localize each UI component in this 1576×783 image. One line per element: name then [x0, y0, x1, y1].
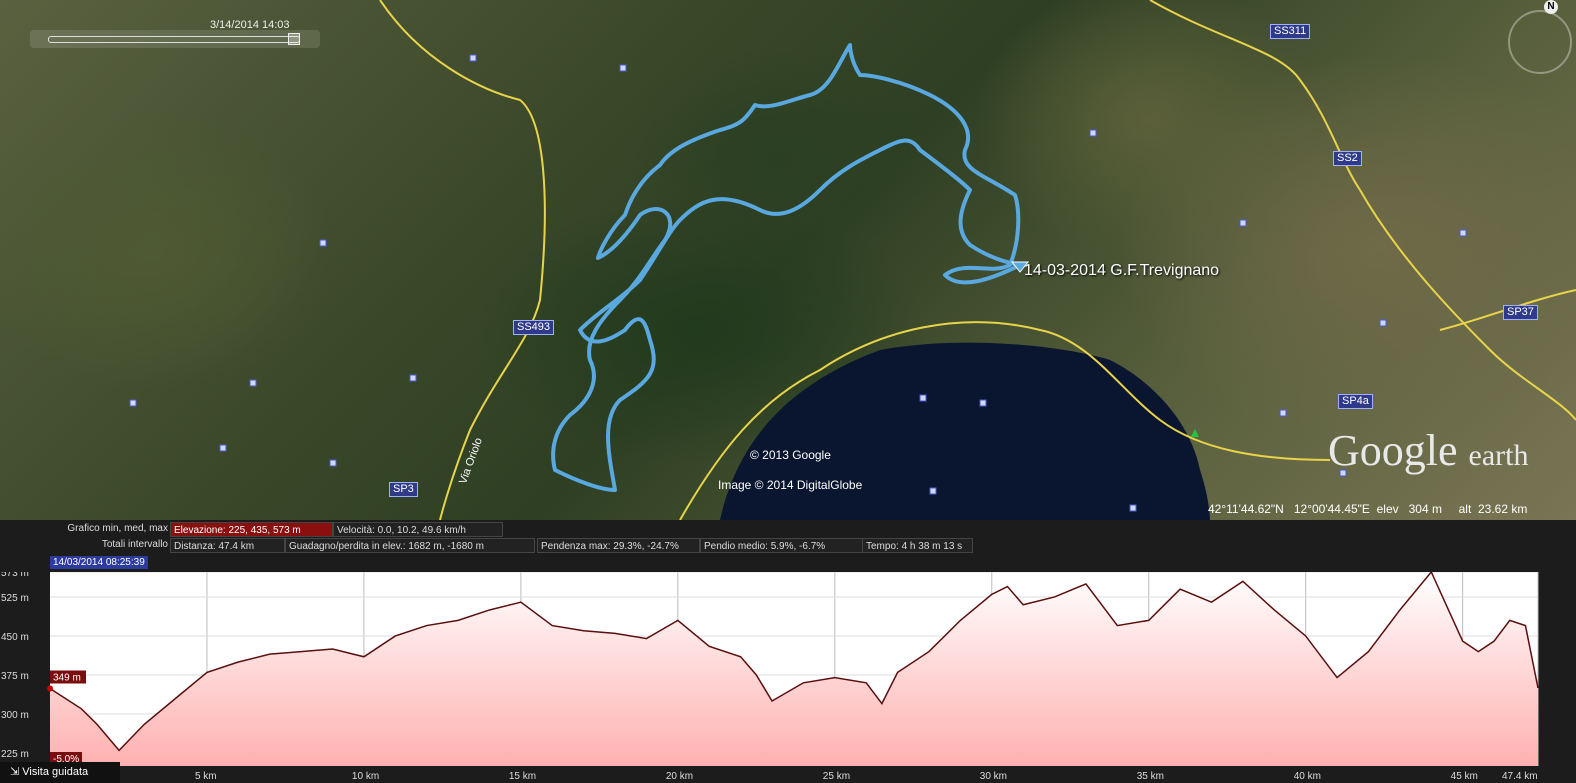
x-tick-label: 47.4 km — [1502, 771, 1538, 782]
road-shield-sp4a: SP4a — [1338, 394, 1373, 409]
x-tick-label: 10 km — [352, 771, 379, 782]
copyright-imagery: Image © 2014 DigitalGlobe — [718, 478, 863, 492]
copyright-google: © 2013 Google — [750, 448, 831, 462]
elevation-stat[interactable]: Elevazione: 225, 435, 573 m — [170, 522, 333, 537]
y-tick-label: 525 m — [1, 593, 29, 604]
road-shield-sp37: SP37 — [1503, 305, 1538, 320]
map-view[interactable]: 3/14/2014 14:03 SS311 SS2 SS493 SP37 SP4… — [0, 0, 1576, 520]
x-tick-label: 15 km — [509, 771, 536, 782]
time-stat: Tempo: 4 h 38 m 13 s — [862, 538, 973, 553]
logo-text: Google — [1328, 426, 1458, 475]
y-tick-label: 375 m — [1, 671, 29, 682]
road-shield-ss2: SS2 — [1333, 151, 1362, 166]
y-tick-label: 300 m — [1, 710, 29, 721]
y-tick-label: 450 m — [1, 632, 29, 643]
speed-stat[interactable]: Velocità: 0.0, 10.2, 49.6 km/h — [333, 522, 503, 537]
x-tick-label: 35 km — [1137, 771, 1164, 782]
road-shield-ss493: SS493 — [513, 320, 555, 335]
navigation-control[interactable] — [1508, 10, 1572, 74]
x-tick-label: 25 km — [823, 771, 850, 782]
road-shield-ss311: SS311 — [1270, 24, 1311, 39]
time-slider-thumb[interactable] — [288, 33, 300, 45]
elevation-profile-panel: Grafico min, med, max Elevazione: 225, 4… — [0, 520, 1576, 783]
route-label[interactable]: 14-03-2014 G.F.Trevignano — [1024, 262, 1219, 280]
x-tick-label: 45 km — [1451, 771, 1478, 782]
tour-button-label: Visita guidata — [22, 766, 89, 778]
logo-suffix: earth — [1468, 439, 1529, 472]
cursor-point — [47, 685, 53, 692]
x-tick-label: 5 km — [195, 771, 217, 782]
google-earth-logo: Google earth — [1328, 425, 1529, 476]
lake — [720, 342, 1210, 520]
gain-loss-stat: Guadagno/perdita in elev.: 1682 m, -1680… — [285, 538, 535, 553]
tour-icon: ⇲ — [10, 766, 23, 778]
road — [379, 0, 546, 520]
coordinates-status: 42°11'44.62"N 12°00'44.45"E elev 304 m a… — [1208, 502, 1528, 516]
totals-label: Totali intervallo — [101, 539, 168, 550]
avg-slope-stat: Pendio medio: 5.9%, -6.7% — [700, 538, 863, 553]
cursor-date-badge: 14/03/2014 08:25:39 — [50, 556, 148, 569]
park-icon: ▲ — [1188, 424, 1202, 440]
x-tick-label: 40 km — [1294, 771, 1321, 782]
distance-stat: Distanza: 47.4 km — [170, 538, 285, 553]
cursor-elev-label: 349 m — [53, 673, 81, 684]
road-shield-sp3: SP3 — [389, 482, 418, 497]
road — [1149, 0, 1576, 421]
y-tick-label: 573 m — [1, 572, 29, 579]
graph-label: Grafico min, med, max — [67, 523, 168, 534]
elevation-chart[interactable]: 573 m 525 m 450 m 375 m 300 m 225 m 5 km 10 km 1… — [0, 572, 1576, 782]
x-tick-label: 20 km — [666, 771, 693, 782]
max-slope-stat: Pendenza max: 29.3%, -24.7% — [537, 538, 700, 553]
time-slider[interactable] — [30, 30, 320, 48]
compass-north-icon[interactable]: N — [1544, 0, 1558, 14]
guided-tour-button[interactable]: ⇲ Visita guidata — [0, 762, 120, 783]
x-tick-label: 30 km — [980, 771, 1007, 782]
y-tick-label: 225 m — [1, 749, 29, 760]
time-slider-track[interactable] — [48, 36, 300, 43]
